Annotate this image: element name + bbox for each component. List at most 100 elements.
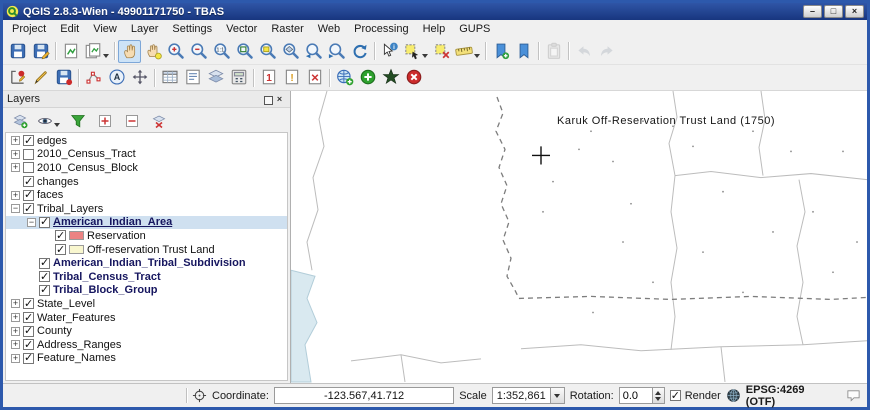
pan-button[interactable]: [118, 40, 141, 63]
identify-button[interactable]: i: [378, 40, 401, 63]
composer-manager-button[interactable]: [82, 40, 111, 63]
crs-globe-icon[interactable]: [726, 388, 741, 403]
layer-item-feature-names[interactable]: Feature_Names: [6, 352, 287, 366]
current-edits-button[interactable]: [6, 66, 29, 89]
symbol-swatch[interactable]: [69, 245, 84, 254]
pan-to-selection-button[interactable]: [141, 40, 164, 63]
layer-item-changes[interactable]: changes: [6, 175, 287, 189]
menu-raster[interactable]: Raster: [264, 21, 310, 37]
scale-dropdown-icon[interactable]: [550, 388, 564, 403]
new-composer-button[interactable]: [59, 40, 82, 63]
node-tool-button[interactable]: [82, 66, 105, 89]
expander-plus-icon[interactable]: [11, 163, 20, 172]
layer-item-tribal-census-tract[interactable]: Tribal_Census_Tract: [6, 270, 287, 284]
layer-visibility-checkbox[interactable]: [55, 244, 66, 255]
menu-gups[interactable]: GUPS: [452, 21, 497, 37]
delete-feature-red-button[interactable]: [402, 66, 425, 89]
expander-plus-icon[interactable]: [11, 150, 20, 159]
rotation-spinbox[interactable]: [619, 387, 665, 404]
menu-vector[interactable]: Vector: [219, 21, 264, 37]
field-calculator-button[interactable]: [227, 66, 250, 89]
annotation-button[interactable]: A: [105, 66, 128, 89]
menu-settings[interactable]: Settings: [165, 21, 219, 37]
coordinate-input[interactable]: [274, 387, 454, 404]
layer-visibility-checkbox[interactable]: [23, 298, 34, 309]
remove-layer-button[interactable]: [147, 109, 170, 132]
expander-plus-icon[interactable]: [11, 313, 20, 322]
measure-dropdown-icon[interactable]: [474, 54, 480, 58]
check-3-button[interactable]: [303, 66, 326, 89]
layer-item-2010-census-tract[interactable]: 2010_Census_Tract: [6, 148, 287, 162]
add-group-button[interactable]: [8, 109, 31, 132]
epsg-status[interactable]: EPSG:4269 (OTF): [746, 384, 836, 408]
add-reservation-button[interactable]: [333, 66, 356, 89]
layer-item-tribal-layers[interactable]: Tribal_Layers: [6, 202, 287, 216]
manage-visibility-dropdown-icon[interactable]: [54, 123, 60, 127]
minimize-button[interactable]: [803, 5, 822, 18]
layer-item-edges[interactable]: edges: [6, 134, 287, 148]
message-log-icon[interactable]: [846, 388, 861, 403]
select-features-button[interactable]: [401, 40, 430, 63]
add-feature-green-button[interactable]: [356, 66, 379, 89]
layer-item-county[interactable]: County: [6, 324, 287, 338]
layer-item-2010-census-block[interactable]: 2010_Census_Block: [6, 161, 287, 175]
render-check-icon[interactable]: [670, 390, 681, 401]
attribute-table-button[interactable]: [158, 66, 181, 89]
layer-item-address-ranges[interactable]: Address_Ranges: [6, 338, 287, 352]
expander-plus-icon[interactable]: [11, 299, 20, 308]
layer-visibility-checkbox[interactable]: [39, 271, 50, 282]
zoom-to-selection-button[interactable]: [256, 40, 279, 63]
layer-visibility-checkbox[interactable]: [23, 149, 34, 160]
zoom-in-button[interactable]: [164, 40, 187, 63]
layer-visibility-checkbox[interactable]: [55, 230, 66, 241]
layer-item-american-indian-tribal-subdivision[interactable]: American_Indian_Tribal_Subdivision: [6, 256, 287, 270]
expander-plus-icon[interactable]: [11, 327, 20, 336]
open-form-button[interactable]: [181, 66, 204, 89]
rotation-input[interactable]: [620, 388, 652, 403]
menu-processing[interactable]: Processing: [347, 21, 415, 37]
layer-visibility-checkbox[interactable]: [23, 326, 34, 337]
zoom-next-button[interactable]: [325, 40, 348, 63]
expand-all-button[interactable]: [93, 109, 116, 132]
expander-plus-icon[interactable]: [11, 136, 20, 145]
layer-visibility-checkbox[interactable]: [23, 162, 34, 173]
layer-item-faces[interactable]: faces: [6, 188, 287, 202]
zoom-out-button[interactable]: [187, 40, 210, 63]
zoom-to-layer-button[interactable]: [279, 40, 302, 63]
collapse-all-button[interactable]: [120, 109, 143, 132]
zoom-full-button[interactable]: [233, 40, 256, 63]
zoom-native-button[interactable]: 1:1: [210, 40, 233, 63]
select-features-dropdown-icon[interactable]: [422, 54, 428, 58]
menu-project[interactable]: Project: [5, 21, 53, 37]
panel-close-icon[interactable]: [273, 93, 286, 105]
panel-undock-icon[interactable]: [260, 93, 273, 105]
layer-visibility-checkbox[interactable]: [23, 339, 34, 350]
map-canvas[interactable]: Karuk Off-Reservation Trust Land (1750): [291, 91, 867, 383]
composer-manager-dropdown-icon[interactable]: [103, 54, 109, 58]
layer-visibility-checkbox[interactable]: [23, 190, 34, 201]
layer-item-american-indian-area[interactable]: American_Indian_Area: [6, 216, 287, 230]
layer-item-water-features[interactable]: Water_Features: [6, 311, 287, 325]
toggle-editing-button[interactable]: [29, 66, 52, 89]
expander-minus-icon[interactable]: [11, 204, 20, 213]
flag-star-button[interactable]: [379, 66, 402, 89]
check-2-button[interactable]: !: [280, 66, 303, 89]
deselect-button[interactable]: [430, 40, 453, 63]
layer-item-reservation[interactable]: Reservation: [6, 229, 287, 243]
expander-plus-icon[interactable]: [11, 340, 20, 349]
refresh-button[interactable]: [348, 40, 371, 63]
close-button[interactable]: [845, 5, 864, 18]
menu-layer[interactable]: Layer: [124, 21, 166, 37]
layer-visibility-checkbox[interactable]: [39, 258, 50, 269]
menu-help[interactable]: Help: [416, 21, 453, 37]
menu-edit[interactable]: Edit: [53, 21, 86, 37]
menu-view[interactable]: View: [86, 21, 124, 37]
render-checkbox[interactable]: Render: [670, 390, 721, 402]
layer-item-tribal-block-group[interactable]: Tribal_Block_Group: [6, 284, 287, 298]
zoom-last-button[interactable]: [302, 40, 325, 63]
layer-visibility-checkbox[interactable]: [39, 217, 50, 228]
layer-panel-button[interactable]: [204, 66, 227, 89]
symbol-swatch[interactable]: [69, 231, 84, 240]
layer-item-off-reservation-trust-land[interactable]: Off-reservation Trust Land: [6, 243, 287, 257]
filter-legend-button[interactable]: [66, 109, 89, 132]
